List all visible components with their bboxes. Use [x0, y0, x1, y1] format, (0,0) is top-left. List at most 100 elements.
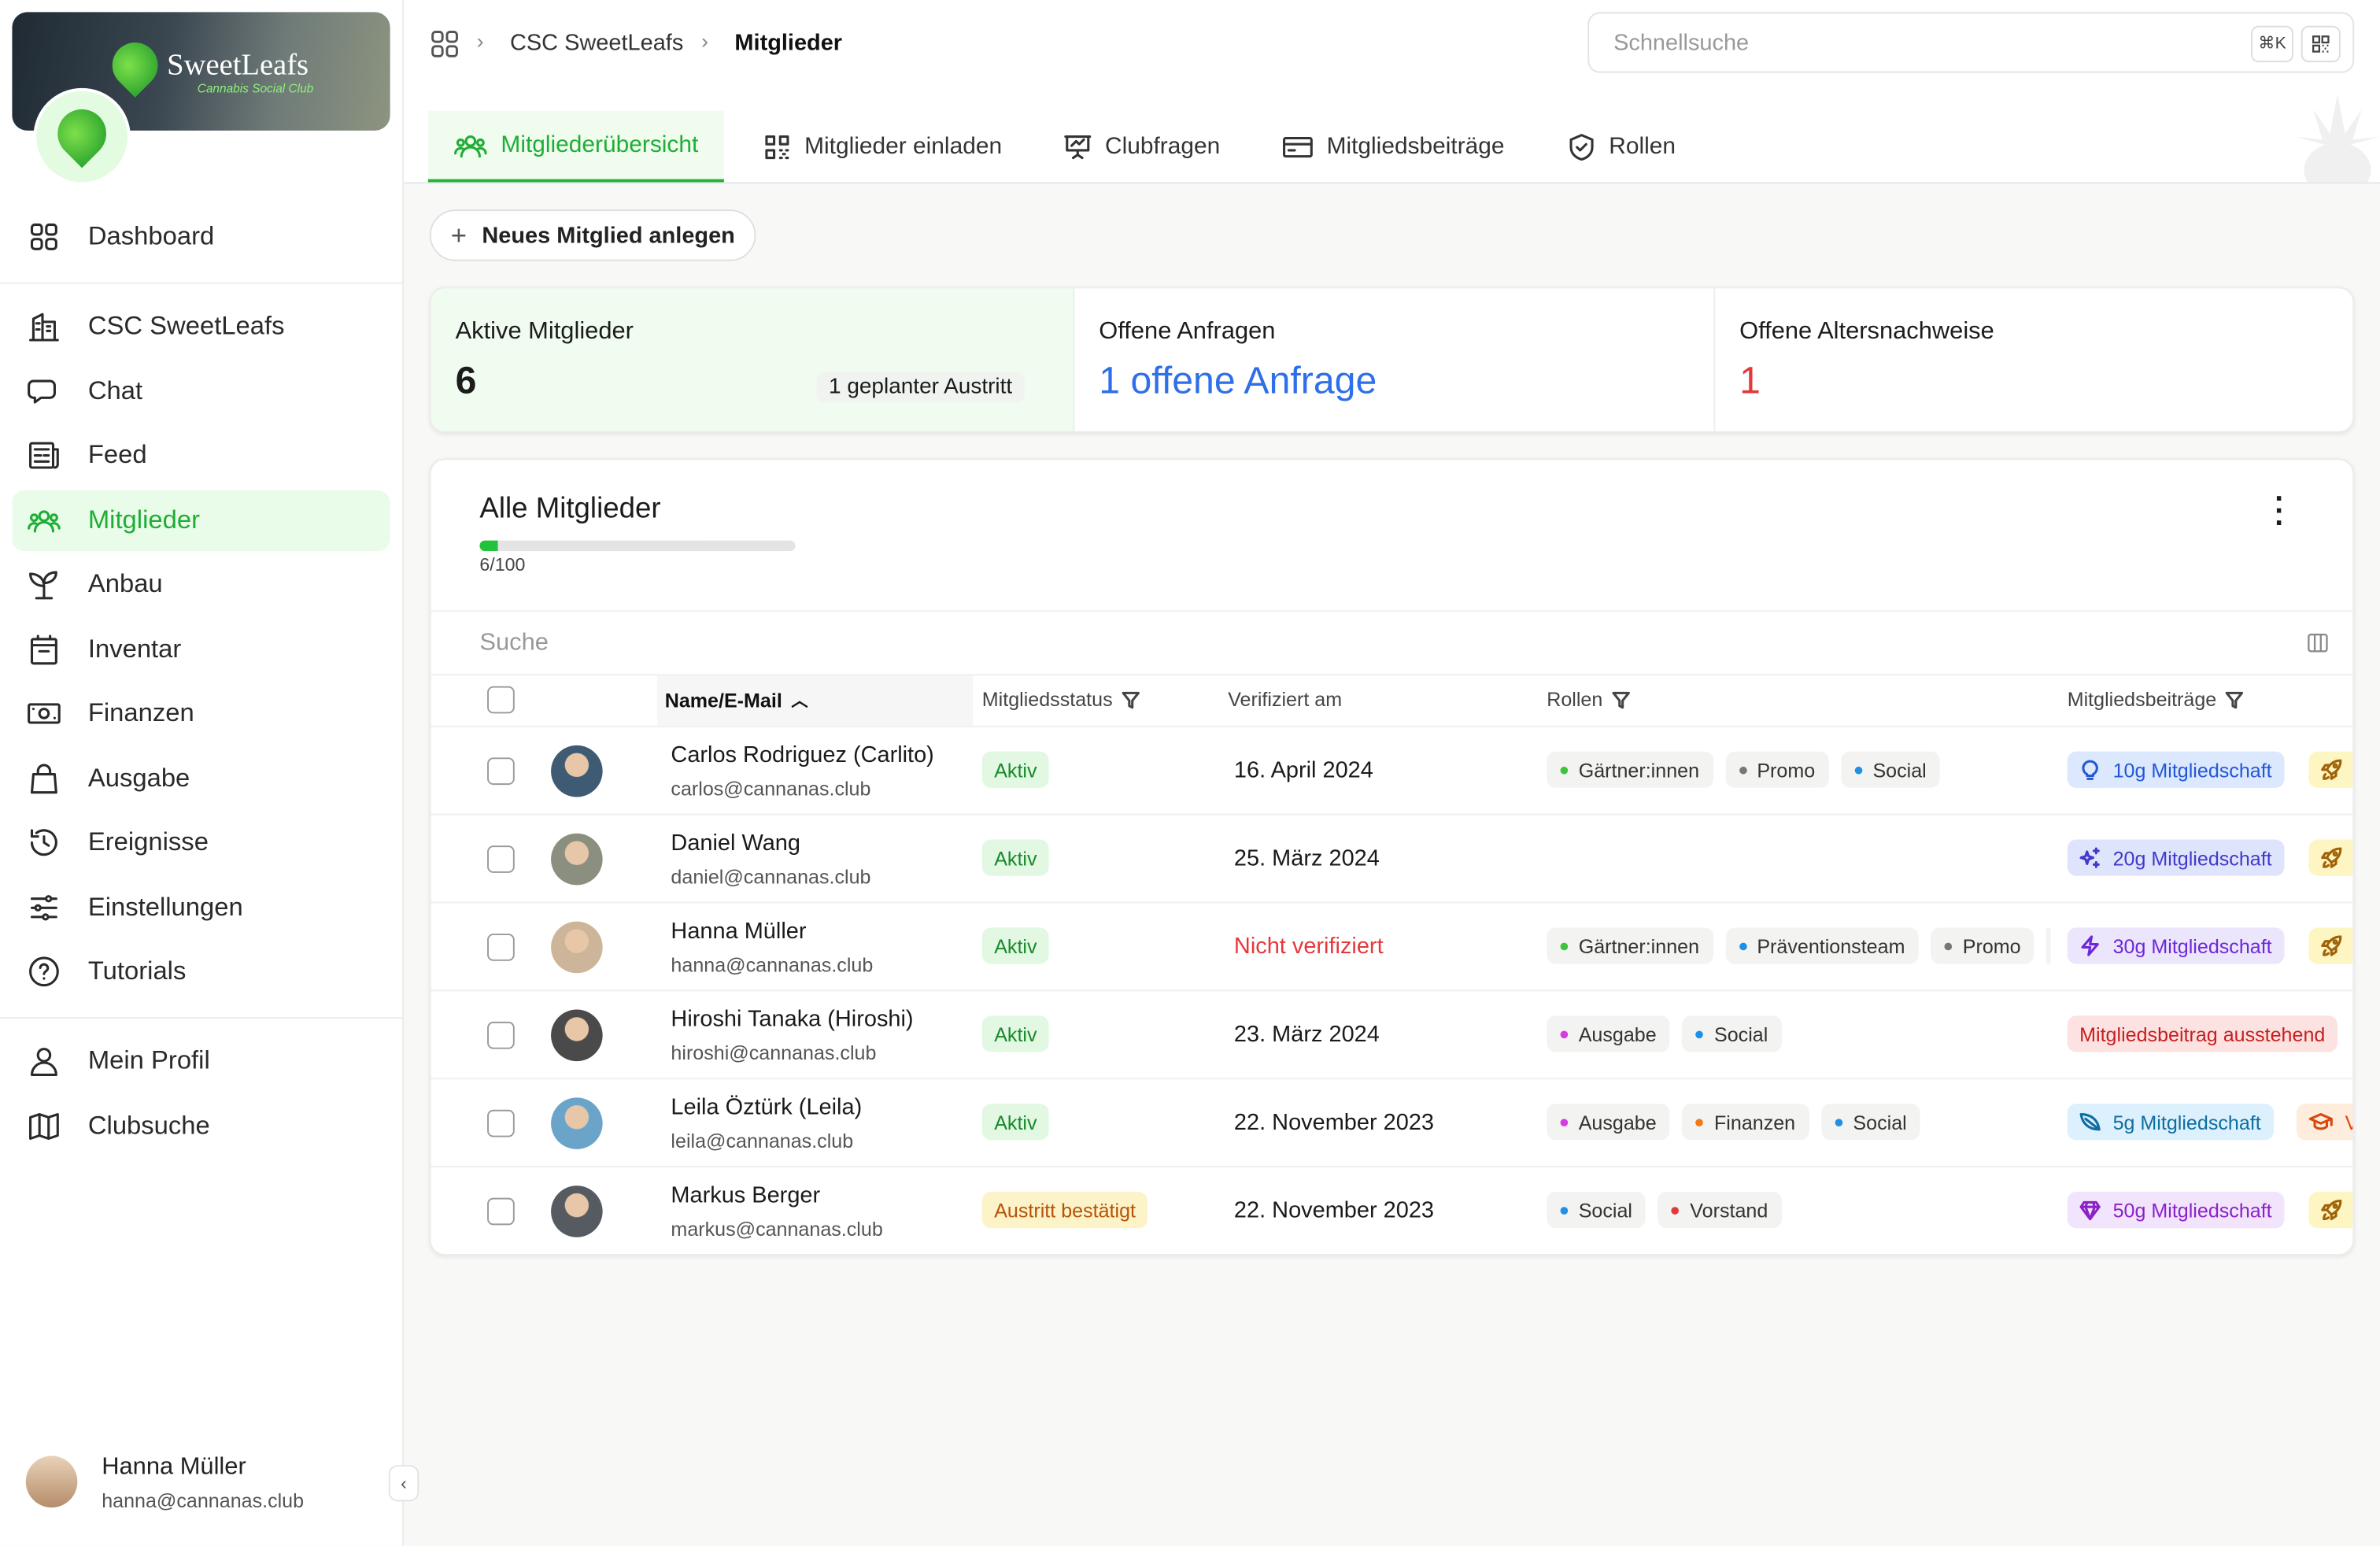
divider: [0, 1017, 404, 1019]
avatar: [551, 1097, 603, 1149]
help-icon: [28, 955, 61, 988]
bolt-icon: [2079, 935, 2101, 956]
stat-label: Offene Anfragen: [1099, 318, 1276, 345]
sidebar-item-ausgabe[interactable]: Ausgabe: [12, 749, 390, 809]
chat-icon: [28, 375, 61, 408]
verified-date: 16. April 2024: [1233, 757, 1373, 784]
member-name[interactable]: Markus Berger: [671, 1182, 820, 1208]
chevron-right-icon: ›: [700, 28, 709, 54]
filter-icon[interactable]: [2226, 690, 2244, 708]
roles-list: Gärtner:innen Präventionsteam Promo: [1547, 927, 2063, 964]
sidebar-item-inventar[interactable]: Inventar: [12, 620, 390, 680]
roles-list: Social Vorstand: [1547, 1191, 2063, 1229]
fee-badge: 30g Mitgliedschaft: [2067, 927, 2285, 964]
tab-3[interactable]: Clubfragen: [1038, 111, 1246, 183]
column-header-3[interactable]: Verifiziert am: [1228, 688, 1342, 711]
table-row[interactable]: Markus Berger markus@cannanas.club Austr…: [431, 1166, 2353, 1254]
sidebar-item-mein-profil[interactable]: Mein Profil: [12, 1030, 390, 1091]
home-grid-icon[interactable]: [431, 31, 459, 65]
role-badge: Promo: [1931, 927, 2034, 964]
role-label: Social: [1578, 1198, 1633, 1222]
table-search-input[interactable]: Suche: [431, 610, 2353, 676]
sidebar-item-finanzen[interactable]: Finanzen: [12, 683, 390, 744]
member-email: daniel@cannanas.club: [671, 865, 871, 889]
sidebar-item-einstellungen[interactable]: Einstellungen: [12, 878, 390, 938]
member-email: hanna@cannanas.club: [671, 953, 874, 977]
collapse-sidebar-button[interactable]: ‹: [388, 1465, 419, 1502]
fee-label: 50g Mitgliedschaft: [2112, 1198, 2272, 1222]
role-badge: Vorstand: [1658, 1191, 1782, 1229]
sidebar-item-mitglieder[interactable]: Mitglieder: [12, 490, 390, 552]
column-header-4[interactable]: Rollen: [1547, 688, 1630, 711]
table-row[interactable]: Hanna Müller hanna@cannanas.club Aktiv N…: [431, 901, 2353, 990]
avatar: [551, 745, 603, 797]
table-row[interactable]: Daniel Wang daniel@cannanas.club Aktiv 2…: [431, 813, 2353, 902]
row-checkbox[interactable]: [487, 1021, 515, 1049]
tab-2[interactable]: Mitglieder einladen: [737, 111, 1028, 183]
fee-label: Mitgliedsbeitrag ausstehend: [2079, 1022, 2326, 1045]
sidebar-item-label: Clubsuche: [87, 1111, 210, 1141]
status-badge: Austritt bestätigt: [981, 1191, 1148, 1229]
verified-date: 22. November 2023: [1233, 1197, 1435, 1224]
member-name[interactable]: Daniel Wang: [671, 830, 800, 856]
avatar: [551, 921, 603, 974]
secondary-fee-badge: [2308, 927, 2353, 964]
table-row[interactable]: Carlos Rodriguez (Carlito) carlos@cannan…: [431, 725, 2353, 814]
new-member-button[interactable]: + Neues Mitglied anlegen: [429, 209, 756, 261]
quick-search-input[interactable]: Schnellsuche ⌘K: [1587, 12, 2355, 73]
row-checkbox[interactable]: [487, 934, 515, 961]
leaf-icon: [2079, 1111, 2101, 1133]
stat-value: 6: [455, 360, 477, 403]
user-avatar[interactable]: [25, 1455, 78, 1508]
sidebar-item-ereignisse[interactable]: Ereignisse: [12, 812, 390, 873]
row-checkbox[interactable]: [487, 845, 515, 873]
stat-age-verification[interactable]: Offene Altersnachweise 1: [1713, 288, 2352, 431]
select-all-checkbox[interactable]: [487, 686, 515, 714]
member-name[interactable]: Hiroshi Tanaka (Hiroshi): [671, 1007, 913, 1033]
sidebar-item-csc-sweetleafs[interactable]: CSC SweetLeafs: [12, 296, 390, 357]
breadcrumb-club[interactable]: CSC SweetLeafs: [510, 31, 683, 57]
tab-4[interactable]: Mitgliedsbeiträge: [1257, 111, 1531, 183]
more-vertical-icon[interactable]: · · ·: [2267, 484, 2292, 538]
column-header-5[interactable]: Mitgliedsbeiträge: [2068, 688, 2244, 711]
sidebar-item-dashboard[interactable]: Dashboard: [12, 206, 390, 267]
sidebar-item-anbau[interactable]: Anbau: [12, 554, 390, 615]
divider: [0, 282, 404, 284]
column-header-2[interactable]: Mitgliedsstatus: [982, 688, 1140, 711]
row-checkbox[interactable]: [487, 757, 515, 786]
sort-ascending-icon[interactable]: ︿: [791, 688, 808, 712]
filter-icon[interactable]: [1122, 690, 1140, 708]
tab-1[interactable]: Mitgliederübersicht: [427, 110, 725, 183]
table-row[interactable]: Hiroshi Tanaka (Hiroshi) hiroshi@cannana…: [431, 989, 2353, 1078]
club-avatar[interactable]: [36, 91, 128, 183]
sidebar-item-feed[interactable]: Feed: [12, 425, 390, 486]
stat-active-members[interactable]: Aktive Mitglieder 6 1 geplanter Austritt: [431, 288, 1074, 431]
sidebar-item-tutorials[interactable]: Tutorials: [12, 941, 390, 1002]
filter-icon[interactable]: [1612, 690, 1630, 708]
card-icon: [1283, 133, 1327, 161]
role-label: Social: [1713, 1022, 1768, 1045]
table-row[interactable]: Leila Öztürk (Leila) leila@cannanas.club…: [431, 1078, 2353, 1166]
role-badge: Gärtner:innen: [1547, 927, 1713, 964]
capacity-label: 6/100: [479, 553, 526, 575]
sidebar-item-chat[interactable]: Chat: [12, 361, 390, 422]
role-label: Finanzen: [1713, 1110, 1796, 1134]
row-checkbox[interactable]: [487, 1109, 515, 1137]
column-header-1[interactable]: Name/E-Mail ︿: [665, 688, 808, 712]
column-label: Verifiziert am: [1228, 687, 1343, 711]
stat-open-requests[interactable]: Offene Anfragen 1 offene Anfrage: [1073, 288, 1713, 431]
row-checkbox[interactable]: [487, 1197, 515, 1226]
sidebar-item-clubsuche[interactable]: Clubsuche: [12, 1096, 390, 1156]
tab-5[interactable]: Rollen: [1542, 111, 1701, 183]
fee-badge: Mitgliedsbeitrag ausstehend: [2067, 1015, 2338, 1052]
qr-code-icon[interactable]: [2301, 25, 2341, 63]
rocket-icon: [2321, 759, 2342, 780]
member-name[interactable]: Hanna Müller: [671, 919, 806, 945]
columns-icon[interactable]: [2307, 633, 2328, 660]
sidebar-item-label: Chat: [87, 376, 143, 405]
member-name[interactable]: Carlos Rodriguez (Carlito): [671, 742, 933, 768]
role-badge: Social: [1547, 1191, 1646, 1229]
tab-label: Mitgliederübersicht: [501, 131, 699, 157]
pineapple-decoration-icon: [2294, 94, 2380, 198]
member-name[interactable]: Leila Öztürk (Leila): [671, 1094, 862, 1120]
